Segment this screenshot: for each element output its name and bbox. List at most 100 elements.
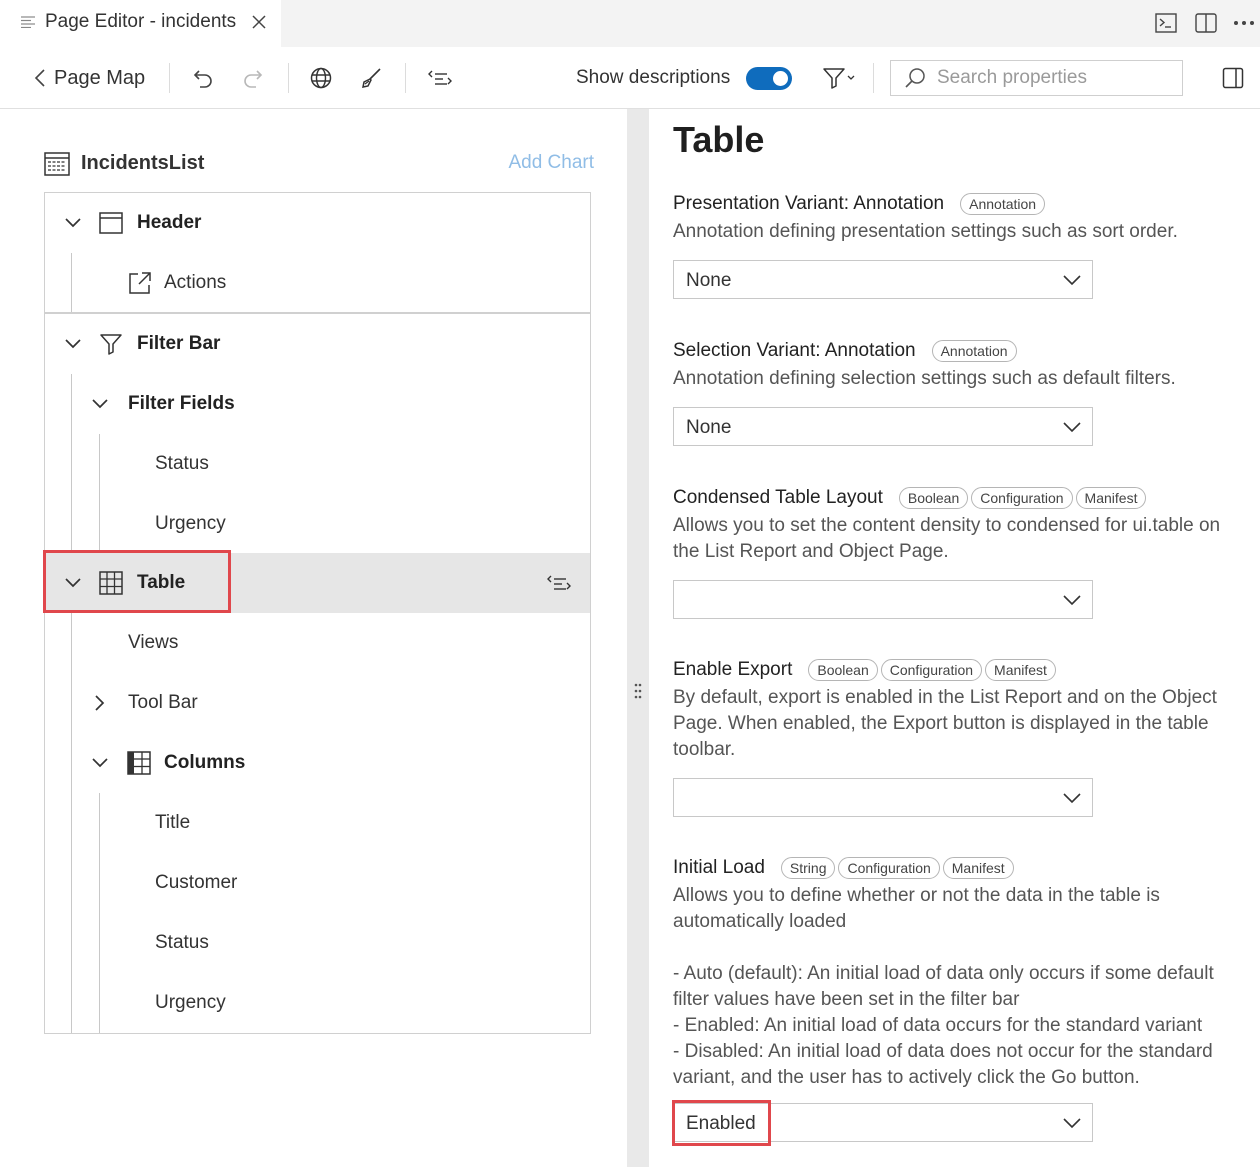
- close-icon[interactable]: [249, 12, 269, 32]
- search-icon: [905, 68, 925, 88]
- tree-item-tool-bar[interactable]: Tool Bar: [45, 673, 590, 733]
- panel-splitter[interactable]: [627, 109, 649, 1167]
- show-descriptions-label: Show descriptions: [576, 67, 731, 88]
- undo-icon: [193, 70, 212, 88]
- page-map-panel: IncidentsList Add Chart Header Actions F…: [0, 109, 627, 1167]
- tree-item-col-customer[interactable]: Customer: [45, 853, 590, 913]
- panel-title: Table: [673, 119, 765, 160]
- prop-name: Presentation Variant: Annotation: [673, 193, 945, 214]
- header-icon: [99, 211, 123, 235]
- chevron-down-icon: [1063, 275, 1081, 286]
- go-to-source-icon: [428, 70, 452, 85]
- chevron-down-icon: [847, 75, 855, 80]
- tree-item-filter-fields[interactable]: Filter Fields: [45, 374, 590, 434]
- prop-name: Selection Variant: Annotation: [673, 340, 916, 361]
- prop-description: By default, export is enabled in the Lis…: [673, 687, 1217, 760]
- tree-item-label: Views: [128, 632, 179, 653]
- tree-item-label: Status: [155, 932, 209, 953]
- list-title: IncidentsList: [81, 152, 205, 174]
- filter-icon: [823, 68, 845, 89]
- editor-tab[interactable]: Page Editor - incidents: [0, 0, 281, 47]
- chevron-down-icon[interactable]: [90, 394, 110, 414]
- toolbar-divider: [405, 63, 406, 93]
- tree-item-col-urgency[interactable]: Urgency: [45, 973, 590, 1033]
- prop-name: Initial Load: [673, 857, 765, 878]
- search-input[interactable]: [937, 67, 1177, 89]
- chevron-down-icon[interactable]: [90, 753, 110, 773]
- tree-item-label: Title: [155, 812, 191, 833]
- tree-item-table[interactable]: Table: [45, 553, 590, 613]
- broom-icon: [362, 68, 381, 88]
- prop-condensed-table-layout: Condensed Table Layout Boolean Configura…: [673, 485, 1248, 565]
- tree-item-label: Urgency: [155, 513, 226, 534]
- type-badge: Boolean: [808, 659, 878, 681]
- undo-button[interactable]: [190, 65, 216, 91]
- tree-item-label: Filter Bar: [137, 333, 221, 354]
- chevron-down-icon[interactable]: [63, 213, 83, 233]
- enable-export-select[interactable]: [673, 778, 1093, 817]
- translation-button[interactable]: [308, 65, 334, 91]
- show-descriptions-toggle[interactable]: [746, 67, 792, 90]
- list-report-icon: [44, 152, 70, 176]
- chevron-left-icon: [34, 69, 45, 87]
- tree-item-label: Table: [137, 572, 186, 593]
- drag-handle-icon: [634, 683, 642, 699]
- type-badge: Manifest: [985, 659, 1056, 681]
- chevron-down-icon: [1063, 595, 1081, 606]
- selection-variant-select[interactable]: None: [673, 407, 1093, 446]
- type-badge: Configuration: [880, 659, 983, 681]
- tree-item-actions[interactable]: Actions: [45, 253, 590, 313]
- editor-toolbar: Page Map Show descriptions: [0, 47, 1260, 109]
- table-icon: [99, 571, 123, 595]
- tree-item-header[interactable]: Header: [45, 193, 590, 253]
- type-badge: Manifest: [942, 857, 1014, 879]
- editor-tab-bar: Page Editor - incidents: [0, 0, 1260, 47]
- terminal-icon[interactable]: [1153, 10, 1179, 36]
- prop-initial-load: Initial Load String Configuration Manife…: [673, 855, 1248, 1091]
- split-editor-icon[interactable]: [1193, 10, 1219, 36]
- chevron-right-icon[interactable]: [90, 693, 110, 713]
- side-panel-icon: [1222, 67, 1244, 89]
- page-tree: Header Actions Filter Bar Filter Fields …: [44, 192, 591, 1034]
- add-chart-link[interactable]: Add Chart: [508, 152, 594, 174]
- type-badge: Manifest: [1075, 487, 1147, 509]
- tree-item-filter-urgency[interactable]: Urgency: [45, 494, 590, 554]
- go-to-source-icon[interactable]: [545, 571, 573, 595]
- condensed-table-layout-select[interactable]: [673, 580, 1093, 619]
- chevron-down-icon: [1063, 1118, 1081, 1129]
- initial-load-select[interactable]: Enabled: [673, 1103, 1093, 1142]
- redo-button[interactable]: [240, 65, 266, 91]
- tree-item-col-title[interactable]: Title: [45, 793, 590, 853]
- page-map-label: Page Map: [54, 66, 146, 89]
- navigate-to-source-button[interactable]: [425, 65, 455, 91]
- menu-lines-icon: [21, 16, 35, 28]
- filter-button[interactable]: [818, 65, 860, 91]
- globe-icon: [310, 67, 332, 89]
- tree-item-label: Tool Bar: [128, 692, 198, 713]
- tree-item-views[interactable]: Views: [45, 613, 590, 673]
- select-value: Enabled: [686, 1113, 756, 1134]
- toggle-panel-button[interactable]: [1220, 65, 1246, 91]
- type-badge: Annotation: [931, 340, 1017, 362]
- prop-name: Condensed Table Layout: [673, 487, 883, 508]
- tree-item-columns[interactable]: Columns: [45, 733, 590, 793]
- more-icon[interactable]: [1231, 10, 1257, 36]
- tree-item-filter-status[interactable]: Status: [45, 434, 590, 494]
- presentation-variant-select[interactable]: None: [673, 260, 1093, 299]
- chevron-down-icon[interactable]: [63, 573, 83, 593]
- tab-title: Page Editor - incidents: [45, 11, 237, 32]
- chevron-down-icon[interactable]: [63, 334, 83, 354]
- tree-item-label: Urgency: [155, 992, 226, 1013]
- tree-item-label: Actions: [164, 272, 227, 293]
- type-badge: Configuration: [971, 487, 1073, 509]
- prop-description: Annotation defining selection settings s…: [673, 368, 1176, 389]
- properties-panel: Table Presentation Variant: Annotation A…: [649, 109, 1260, 1167]
- page-map-button[interactable]: Page Map: [34, 63, 145, 93]
- tree-item-filter-bar[interactable]: Filter Bar: [45, 314, 590, 374]
- prop-description: Allows you to define whether or not the …: [673, 885, 1214, 1088]
- tree-item-label: Columns: [164, 752, 246, 773]
- chevron-down-icon: [1063, 422, 1081, 433]
- tree-item-col-status[interactable]: Status: [45, 913, 590, 973]
- type-badge: String: [780, 857, 836, 879]
- clean-button[interactable]: [358, 65, 384, 91]
